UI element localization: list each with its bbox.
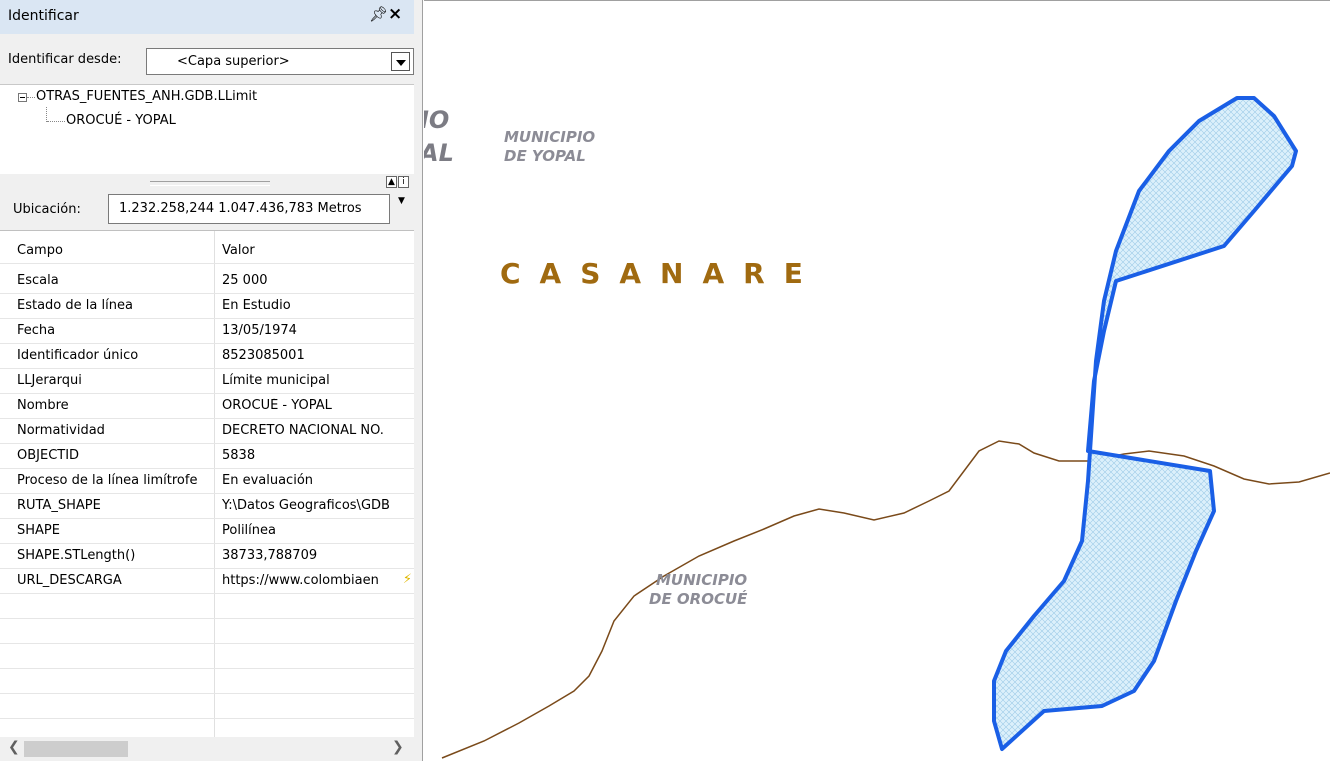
table-row[interactable]: SHAPE.STLength() 38733,788709 (0, 544, 414, 569)
table-row[interactable]: RUTA_SHAPE Y:\Datos Geograficos\GDB (0, 494, 414, 519)
cell-value: Límite municipal (222, 373, 330, 388)
cell-value: 5838 (222, 448, 256, 463)
cell-field: Fecha (17, 323, 56, 338)
cell-value: Y:\Datos Geograficos\GDB (222, 498, 390, 513)
tree-layer-item[interactable]: OTRAS_FUENTES_ANH.GDB.LLimit (36, 89, 257, 104)
table-row[interactable]: Fecha 13/05/1974 (0, 319, 414, 344)
highlighted-feature-polygon[interactable] (992, 96, 1298, 751)
cell-field: Escala (17, 273, 59, 288)
panel-splitter[interactable]: ▲ i (0, 174, 414, 192)
cell-field: Nombre (17, 398, 69, 413)
location-label: Ubicación: (13, 202, 81, 217)
info-icon[interactable]: i (398, 176, 409, 188)
cell-value: OROCUÉ - YOPAL (222, 398, 332, 413)
department-label: CASANARE (500, 257, 822, 290)
cell-field: Proceso de la línea limítrofe (17, 473, 198, 488)
table-header: Campo Valor (0, 239, 414, 264)
municipio-orocue-label: DE OROCUÉ (649, 590, 748, 608)
cell-value: 13/05/1974 (222, 323, 297, 338)
identify-from-dropdown[interactable]: <Capa superior> (146, 48, 414, 75)
header-value[interactable]: Valor (222, 243, 412, 258)
identify-from-label: Identificar desde: (8, 52, 122, 67)
pin-icon[interactable]: 📌︎ (369, 5, 388, 23)
header-field[interactable]: Campo (17, 243, 63, 258)
identify-panel: Identificar 📌︎ × Identificar desde: <Cap… (0, 0, 414, 761)
municipio-yopal-label: DE YOPAL (504, 147, 586, 165)
map-canvas[interactable] (424, 1, 1330, 762)
cell-field: SHAPE.STLength() (17, 548, 136, 563)
municipio-orocue-label: MUNICIPIO (656, 571, 748, 589)
table-row[interactable]: Proceso de la línea limítrofe En evaluac… (0, 469, 414, 494)
table-row-empty (0, 669, 414, 694)
cell-value: En Estudio (222, 298, 291, 313)
partial-label: IO (424, 106, 450, 134)
cell-value: 25 000 (222, 273, 268, 288)
partial-label: AL (424, 139, 454, 167)
panel-title: Identificar (8, 8, 79, 24)
cell-value: 38733,788709 (222, 548, 318, 563)
cell-field: URL_DESCARGA (17, 573, 122, 588)
cell-field: Identificador único (17, 348, 139, 363)
table-row-empty (0, 694, 414, 719)
tree-connector (47, 121, 65, 122)
cell-field: Estado de la línea (17, 298, 133, 313)
scrollbar-thumb[interactable] (24, 741, 128, 757)
tree-connector (46, 107, 47, 122)
tree-connector (27, 97, 35, 98)
cell-field: RUTA_SHAPE (17, 498, 101, 513)
cell-value: En evaluación (222, 473, 314, 488)
table-row[interactable]: Normatividad DECRETO NACIONAL NO. (0, 419, 414, 444)
collapse-up-icon[interactable]: ▲ (386, 176, 397, 188)
table-row-empty (0, 644, 414, 669)
close-icon[interactable]: × (388, 4, 402, 24)
municipio-yopal-label: MUNICIPIO (504, 128, 596, 146)
hyperlink-bolt-icon[interactable]: ⚡ (403, 572, 412, 587)
table-row[interactable]: URL_DESCARGA https://www.colombiaen ⚡ (0, 569, 414, 594)
cell-field: Normatividad (17, 423, 105, 438)
table-row-empty (0, 594, 414, 619)
table-row[interactable]: Escala 25 000 (0, 269, 414, 294)
table-row[interactable]: Estado de la línea En Estudio (0, 294, 414, 319)
tree-feature-item[interactable]: OROCUÉ - YOPAL (66, 113, 176, 128)
table-row[interactable]: Nombre OROCUÉ - YOPAL (0, 394, 414, 419)
cell-value: Polilínea (222, 523, 276, 538)
cell-field: SHAPE (17, 523, 60, 538)
table-row[interactable]: SHAPE Polilínea (0, 519, 414, 544)
table-row[interactable]: LLJerarqui Límite municipal (0, 369, 414, 394)
location-dropdown-icon[interactable]: ▼ (398, 196, 405, 206)
horizontal-scrollbar[interactable]: ❮ ❯ (0, 737, 414, 761)
cell-value: https://www.colombiaen (222, 573, 379, 588)
scroll-right-icon[interactable]: ❯ (392, 739, 404, 755)
panel-divider[interactable] (414, 0, 423, 761)
table-row[interactable]: OBJECTID 5838 (0, 444, 414, 469)
table-row[interactable]: Identificador único 8523085001 (0, 344, 414, 369)
map-view[interactable]: IO AL MUNICIPIO DE YOPAL CASANARE MUNICI… (424, 0, 1330, 762)
cell-field: OBJECTID (17, 448, 80, 463)
cell-value: 8523085001 (222, 348, 305, 363)
location-field[interactable]: 1.232.258,244 1.047.436,783 Metros (108, 194, 390, 224)
cell-field: LLJerarqui (17, 373, 82, 388)
table-row-empty (0, 619, 414, 644)
cell-value: DECRETO NACIONAL NO. (222, 423, 384, 438)
panel-titlebar[interactable]: Identificar 📌︎ × (0, 0, 414, 34)
scroll-left-icon[interactable]: ❮ (8, 739, 20, 755)
identify-from-value: <Capa superior> (177, 54, 290, 69)
splitter-grip[interactable] (150, 181, 270, 186)
attribute-table: Campo Valor Escala 25 000 Estado de la l… (0, 230, 414, 738)
collapse-icon[interactable] (18, 93, 27, 102)
dropdown-arrow-icon[interactable] (391, 52, 410, 71)
location-value: 1.232.258,244 1.047.436,783 Metros (119, 201, 362, 216)
results-tree: OTRAS_FUENTES_ANH.GDB.LLimit OROCUÉ - YO… (0, 84, 414, 174)
